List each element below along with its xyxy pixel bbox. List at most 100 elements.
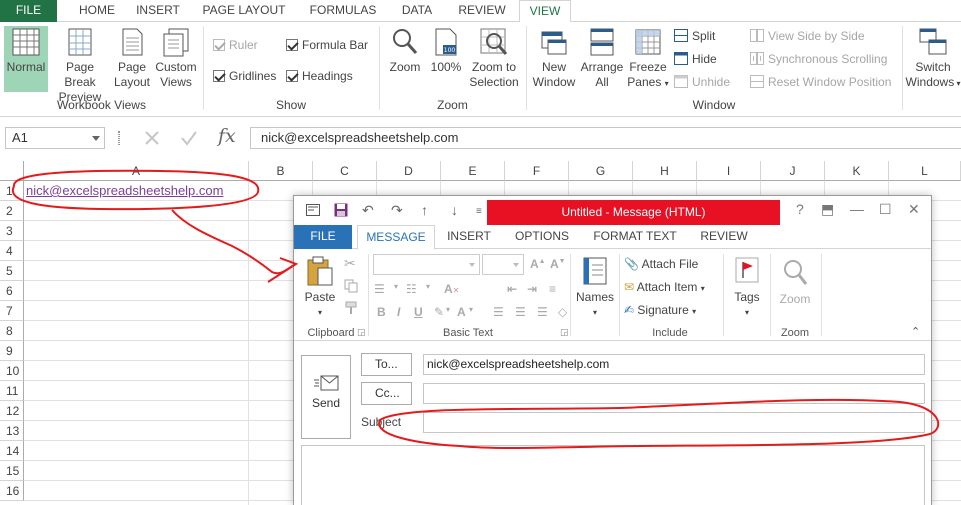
ruler-checkbox[interactable]: Ruler [213, 38, 258, 52]
formula-bar-grip[interactable] [118, 131, 120, 145]
align-left-icon[interactable]: ☰ [493, 305, 504, 319]
name-box[interactable]: A1 [5, 127, 105, 149]
ol-tab-file[interactable]: FILE [294, 225, 352, 249]
shrink-font-icon[interactable]: A▼ [550, 257, 566, 271]
bullets-icon[interactable]: ☰ [374, 282, 385, 296]
clear-formatting-icon[interactable]: A✕ [444, 282, 459, 296]
headings-checkbox[interactable]: Headings [286, 69, 353, 83]
column-header-e[interactable]: E [441, 161, 505, 181]
tags-button[interactable]: Tags ▾ [727, 255, 767, 320]
synchronous-scrolling-button[interactable]: Synchronous Scrolling [750, 52, 887, 66]
ol-tab-options[interactable]: OPTIONS [508, 225, 576, 249]
row-header-12[interactable]: 12 [0, 401, 24, 421]
arrange-all-button[interactable]: Arrange All [578, 26, 626, 92]
customize-qat-icon[interactable]: ≡ [476, 205, 482, 219]
font-color-icon[interactable]: A [457, 305, 466, 319]
tab-formulas[interactable]: FORMULAS [302, 0, 384, 22]
format-painter-icon[interactable] [344, 301, 358, 315]
ol-tab-review[interactable]: REVIEW [694, 225, 754, 249]
align-right-icon[interactable]: ☰ [537, 305, 548, 319]
highlight-dropdown-icon[interactable]: ▾ [446, 305, 450, 314]
zoom-to-selection-button[interactable]: Zoom to Selection [466, 26, 522, 92]
split-button[interactable]: Split [674, 29, 715, 43]
row-header-5[interactable]: 5 [0, 261, 24, 281]
font-name-combo[interactable] [373, 254, 480, 275]
cc-field[interactable] [423, 383, 925, 404]
row-header-15[interactable]: 15 [0, 461, 24, 481]
formula-bar-checkbox[interactable]: Formula Bar [286, 38, 368, 52]
ol-tab-message[interactable]: MESSAGE [357, 225, 435, 250]
row-header-6[interactable]: 6 [0, 281, 24, 301]
hide-button[interactable]: Hide [674, 52, 717, 66]
bold-icon[interactable]: B [377, 305, 386, 319]
eraser-icon[interactable]: ◇ [558, 305, 567, 319]
column-header-j[interactable]: J [761, 161, 825, 181]
column-header-h[interactable]: H [633, 161, 697, 181]
zoom-100-button[interactable]: 100 100% [428, 26, 464, 92]
signature-button[interactable]: ✍ Signature ▾ [624, 303, 696, 319]
tab-page-layout[interactable]: PAGE LAYOUT [195, 0, 293, 22]
row-header-16[interactable]: 16 [0, 481, 24, 501]
column-header-c[interactable]: C [313, 161, 377, 181]
row-header-14[interactable]: 14 [0, 441, 24, 461]
column-header-b[interactable]: B [249, 161, 313, 181]
highlight-icon[interactable]: ✎ [434, 305, 444, 319]
row-header-4[interactable]: 4 [0, 241, 24, 261]
formula-input[interactable]: nick@excelspreadsheetshelp.com [250, 127, 961, 149]
names-button[interactable]: Names ▾ [574, 255, 616, 320]
decrease-indent-icon[interactable]: ⇤ [507, 282, 517, 296]
column-header-g[interactable]: G [569, 161, 633, 181]
insert-function-icon[interactable]: fx [218, 125, 236, 147]
chevron-down-icon[interactable] [92, 136, 100, 141]
bullets-dropdown-icon[interactable]: ▾ [394, 282, 398, 291]
tab-home[interactable]: HOME [66, 0, 128, 22]
attach-file-button[interactable]: 📎 Attach File [624, 257, 698, 271]
select-all-corner[interactable] [0, 161, 24, 181]
ribbon-display-icon[interactable]: ⬒ [821, 202, 834, 216]
unhide-button[interactable]: Unhide [674, 75, 730, 89]
tab-file[interactable]: FILE [0, 0, 57, 22]
tab-review[interactable]: REVIEW [451, 0, 513, 22]
switch-windows-button[interactable]: Switch Windows ▾ [905, 26, 961, 96]
names-dropdown-icon[interactable]: ▾ [593, 308, 597, 317]
row-header-9[interactable]: 9 [0, 341, 24, 361]
column-header-l[interactable]: L [889, 161, 961, 181]
reset-window-position-button[interactable]: Reset Window Position [750, 75, 891, 89]
save-icon[interactable] [334, 203, 348, 217]
gridlines-checkbox[interactable]: Gridlines [213, 69, 276, 83]
column-header-k[interactable]: K [825, 161, 889, 181]
paste-button[interactable]: Paste ▾ [300, 255, 340, 320]
message-body[interactable] [301, 445, 925, 505]
enter-check-icon[interactable] [180, 129, 198, 147]
row-header-1[interactable]: 1 [0, 181, 24, 201]
row-header-13[interactable]: 13 [0, 421, 24, 441]
arrow-down-icon[interactable]: ↓ [451, 203, 458, 217]
subject-field[interactable] [423, 412, 925, 433]
grow-font-icon[interactable]: A▲ [530, 257, 546, 271]
paste-dropdown-icon[interactable]: ▾ [318, 308, 322, 317]
row-header-11[interactable]: 11 [0, 381, 24, 401]
ol-tab-format-text[interactable]: FORMAT TEXT [587, 225, 683, 249]
collapse-ribbon-icon[interactable]: ⌃ [911, 325, 920, 338]
page-layout-view-button[interactable]: Page Layout [112, 26, 152, 92]
normal-view-button[interactable]: Normal [4, 26, 48, 92]
dialog-launcher-icon[interactable]: ◲ [357, 327, 366, 338]
to-field[interactable]: nick@excelspreadsheetshelp.com [423, 354, 925, 375]
freeze-panes-button[interactable]: Freeze Panes ▾ [626, 26, 670, 96]
tab-data[interactable]: DATA [392, 0, 442, 22]
undo-icon[interactable]: ↶ [362, 203, 374, 217]
new-window-button[interactable]: New Window [530, 26, 578, 92]
row-header-10[interactable]: 10 [0, 361, 24, 381]
view-side-by-side-button[interactable]: View Side by Side [750, 29, 865, 43]
redo-icon[interactable]: ↷ [391, 203, 403, 217]
arrow-up-icon[interactable]: ↑ [421, 203, 428, 217]
italic-icon[interactable]: I [397, 305, 400, 319]
numbering-icon[interactable]: ☷ [406, 282, 417, 296]
column-header-f[interactable]: F [505, 161, 569, 181]
to-button[interactable]: To... [361, 353, 412, 376]
ol-tab-insert[interactable]: INSERT [440, 225, 498, 249]
send-button[interactable]: Send [301, 355, 351, 439]
tags-dropdown-icon[interactable]: ▾ [745, 308, 749, 317]
cell-a1-hyperlink[interactable]: nick@excelspreadsheetshelp.com [26, 182, 223, 200]
custom-views-button[interactable]: Custom Views [153, 26, 199, 92]
